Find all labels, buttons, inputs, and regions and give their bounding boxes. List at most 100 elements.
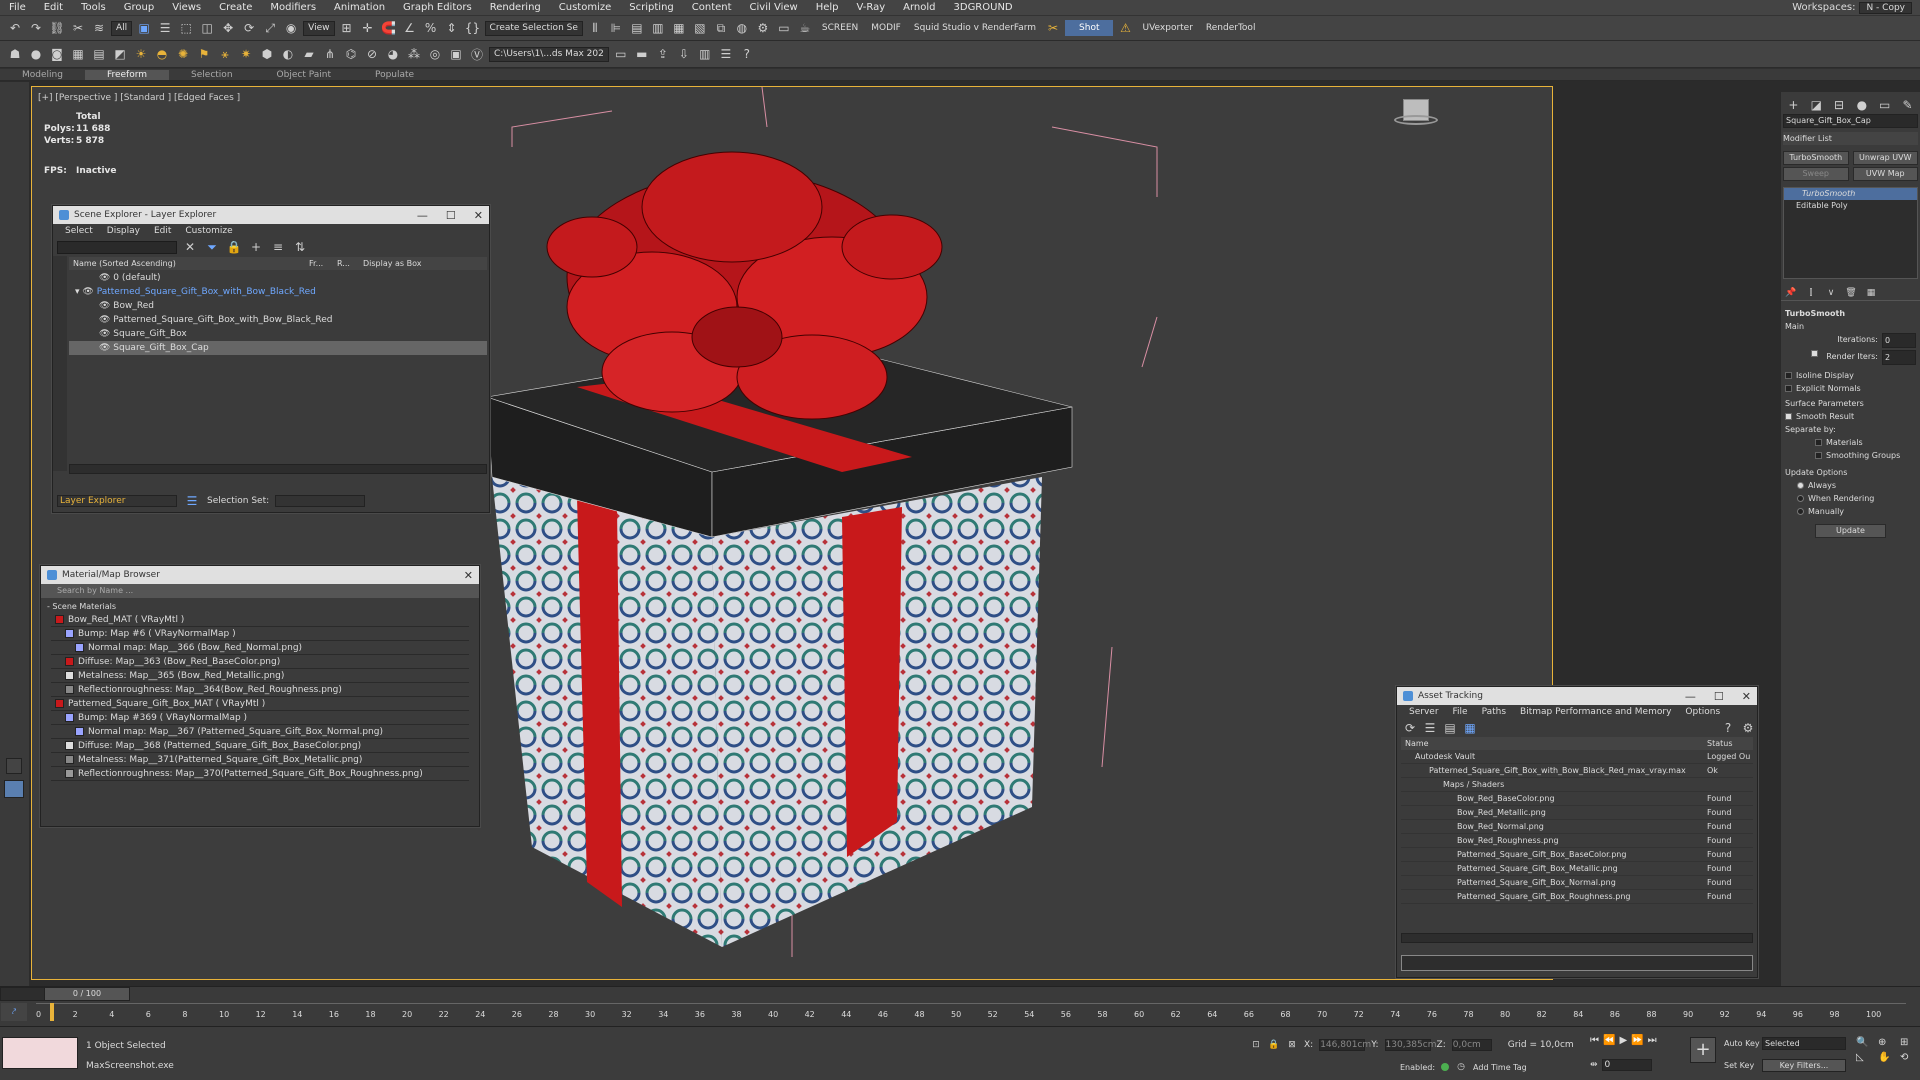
shot-button[interactable]: Shot bbox=[1065, 20, 1114, 36]
orbit-icon[interactable]: ⟲ bbox=[1900, 1052, 1918, 1063]
sweep-button[interactable]: Sweep bbox=[1783, 167, 1849, 181]
render-region-icon[interactable]: ◩ bbox=[111, 45, 129, 63]
ribbon-tab[interactable]: Freeform bbox=[84, 69, 170, 80]
viewport-layout-button[interactable] bbox=[6, 758, 22, 774]
viewcube-icon[interactable] bbox=[1394, 99, 1438, 133]
dome-light-icon[interactable]: ◓ bbox=[153, 45, 171, 63]
rect-region-icon[interactable]: ⬚ bbox=[177, 19, 195, 37]
unlink-icon[interactable]: ✂ bbox=[69, 19, 87, 37]
bind-spacewarp-icon[interactable]: ≋ bbox=[90, 19, 108, 37]
help-icon[interactable]: ? bbox=[738, 45, 756, 63]
window-crossing-icon[interactable]: ◫ bbox=[198, 19, 216, 37]
filter-icon[interactable]: ⏷ bbox=[203, 238, 221, 256]
visibility-eye-icon[interactable]: 👁 bbox=[99, 329, 113, 339]
modify-tab-icon[interactable]: ◪ bbox=[1808, 96, 1825, 114]
frame-buffer-icon[interactable]: ▣ bbox=[447, 45, 465, 63]
asset-col-status[interactable]: Status bbox=[1707, 737, 1733, 750]
asset-row[interactable]: Bow_Red_Roughness.png Found bbox=[1401, 834, 1753, 848]
when-rendering-radio[interactable] bbox=[1797, 495, 1804, 502]
scene-explorer-row[interactable]: 👁 Square_Gift_Box bbox=[69, 327, 487, 341]
asset-row[interactable]: Patterned_Square_Gift_Box_Normal.png Foun… bbox=[1401, 876, 1753, 890]
menu-item[interactable]: Animation bbox=[325, 2, 394, 13]
uvw-map-button[interactable]: UVW Map bbox=[1852, 167, 1918, 181]
asset-menu-item[interactable]: Paths bbox=[1482, 707, 1506, 717]
pan-icon[interactable]: ✋ bbox=[1878, 1052, 1896, 1063]
sort-icon[interactable]: ⇅ bbox=[291, 238, 309, 256]
asset-row[interactable]: Patterned_Square_Gift_Box_Metallic.png Fo… bbox=[1401, 862, 1753, 876]
materials-checkbox[interactable] bbox=[1815, 439, 1822, 446]
menu-item[interactable]: Views bbox=[163, 2, 210, 13]
timeline-ruler[interactable]: 0 2 4 6 8 10 12 14 16 18 20 22 24 26 28 30 32 34 36 38 40 42 4… bbox=[36, 1003, 1906, 1025]
import-icon[interactable]: ⇩ bbox=[675, 45, 693, 63]
play-icon[interactable]: ▶ bbox=[1619, 1035, 1627, 1046]
col-display-header[interactable]: Display as Box bbox=[363, 257, 422, 270]
material-row[interactable]: Bump: Map #6 ( VRayNormalMap ) bbox=[51, 627, 469, 641]
time-slider[interactable]: 0 / 100 bbox=[44, 987, 130, 1001]
create-tab-icon[interactable]: + bbox=[1785, 96, 1802, 114]
scene-explorer-row[interactable]: 👁 Patterned_Square_Gift_Box_with_Bow_Bla… bbox=[69, 313, 487, 327]
rendered-frame-icon[interactable]: ▭ bbox=[775, 19, 793, 37]
layer-manager-icon[interactable]: ▤ bbox=[628, 19, 646, 37]
scene-explorer-menu-item[interactable]: Select bbox=[65, 226, 93, 236]
save-icon[interactable]: ▬ bbox=[633, 45, 651, 63]
workspace-select[interactable]: N - Copy bbox=[1859, 1, 1912, 14]
asset-menu-item[interactable]: Server bbox=[1409, 707, 1439, 717]
selection-filter-select[interactable]: All bbox=[111, 20, 133, 36]
menu-item[interactable]: Graph Editors bbox=[394, 2, 481, 13]
table-view-icon[interactable]: ▦ bbox=[1461, 719, 1479, 737]
set-key-big-icon[interactable]: + bbox=[1690, 1037, 1716, 1063]
rendertool-button[interactable]: RenderTool bbox=[1201, 23, 1261, 33]
turbosmooth-rollout-title[interactable]: TurboSmooth bbox=[1785, 307, 1916, 320]
asset-row[interactable]: Bow_Red_Metallic.png Found bbox=[1401, 806, 1753, 820]
lock-selection-icon[interactable]: 🔒 bbox=[1268, 1039, 1280, 1051]
unwrap-uvw-button[interactable]: Unwrap UVW bbox=[1852, 151, 1918, 165]
hierarchy-tab-icon[interactable]: ⊟ bbox=[1831, 96, 1848, 114]
close-icon[interactable]: ✕ bbox=[1742, 690, 1751, 703]
ribbon-tab[interactable]: Populate bbox=[353, 70, 436, 80]
asset-row[interactable]: Patterned_Square_Gift_Box_BaseColor.png F… bbox=[1401, 848, 1753, 862]
project-path-select[interactable]: C:\Users\1\...ds Max 202 bbox=[489, 46, 609, 62]
goto-start-icon[interactable]: ⏮ bbox=[1590, 1035, 1599, 1046]
ies-light-icon[interactable]: ⚹ bbox=[216, 45, 234, 63]
scene-explorer-menu-item[interactable]: Edit bbox=[154, 226, 171, 236]
y-coord-field[interactable]: 130,385cm bbox=[1384, 1039, 1436, 1051]
key-mode-icon[interactable]: ✛ bbox=[359, 19, 377, 37]
manually-radio[interactable] bbox=[1797, 508, 1804, 515]
asset-row[interactable]: Patterned_Square_Gift_Box_with_Bow_Black… bbox=[1401, 764, 1753, 778]
isolate-icon[interactable]: ⊡ bbox=[1250, 1039, 1262, 1051]
settings-icon[interactable]: ⚙ bbox=[1739, 719, 1757, 737]
edit-named-sets-icon[interactable]: {} bbox=[464, 19, 482, 37]
help-icon[interactable]: ? bbox=[1719, 719, 1737, 737]
graphite-icon[interactable]: ▦ bbox=[670, 19, 688, 37]
align-icon[interactable]: ⊫ bbox=[607, 19, 625, 37]
mirror-icon[interactable]: ⫴ bbox=[586, 19, 604, 37]
goto-end-icon[interactable]: ⏭ bbox=[1648, 1035, 1657, 1046]
displace-icon[interactable]: ⌬ bbox=[342, 45, 360, 63]
material-row[interactable]: Diffuse: Map__368 (Patterned_Square_Gift… bbox=[51, 739, 469, 753]
absolute-mode-icon[interactable]: ⊠ bbox=[1286, 1039, 1298, 1051]
prev-frame-icon[interactable]: ⏪ bbox=[1603, 1035, 1615, 1046]
grid-icon[interactable]: ▦ bbox=[69, 45, 87, 63]
lens-icon[interactable]: ◎ bbox=[426, 45, 444, 63]
move-icon[interactable]: ✥ bbox=[219, 19, 237, 37]
menu-item[interactable]: Help bbox=[807, 2, 848, 13]
scene-explorer-menu-item[interactable]: Display bbox=[107, 226, 140, 236]
chart-icon[interactable]: ▥ bbox=[696, 45, 714, 63]
asset-row[interactable]: Autodesk Vault Logged Ou bbox=[1401, 750, 1753, 764]
key-filters-button[interactable]: Key Filters... bbox=[1762, 1059, 1846, 1072]
visibility-eye-icon[interactable]: 👁 bbox=[99, 301, 113, 311]
minimize-icon[interactable]: — bbox=[1685, 690, 1696, 703]
teapot-icon[interactable]: ☗ bbox=[6, 45, 24, 63]
spinner-snap-icon[interactable]: ⇕ bbox=[443, 19, 461, 37]
time-cursor[interactable] bbox=[50, 1003, 54, 1021]
open-folder-icon[interactable]: ▭ bbox=[612, 45, 630, 63]
omni-light-icon[interactable]: ✷ bbox=[237, 45, 255, 63]
col-fr-header[interactable]: Fr... bbox=[309, 257, 337, 270]
angle-snap-icon[interactable]: ∠ bbox=[401, 19, 419, 37]
time-tag-icon[interactable]: ◷ bbox=[1455, 1061, 1467, 1073]
scissors-icon[interactable]: ✂ bbox=[1044, 19, 1062, 37]
modif-button[interactable]: MODIF bbox=[866, 23, 906, 33]
visibility-eye-icon[interactable]: 👁 bbox=[99, 343, 113, 353]
selection-set-select[interactable] bbox=[275, 495, 366, 507]
plane-icon[interactable]: ▰ bbox=[300, 45, 318, 63]
